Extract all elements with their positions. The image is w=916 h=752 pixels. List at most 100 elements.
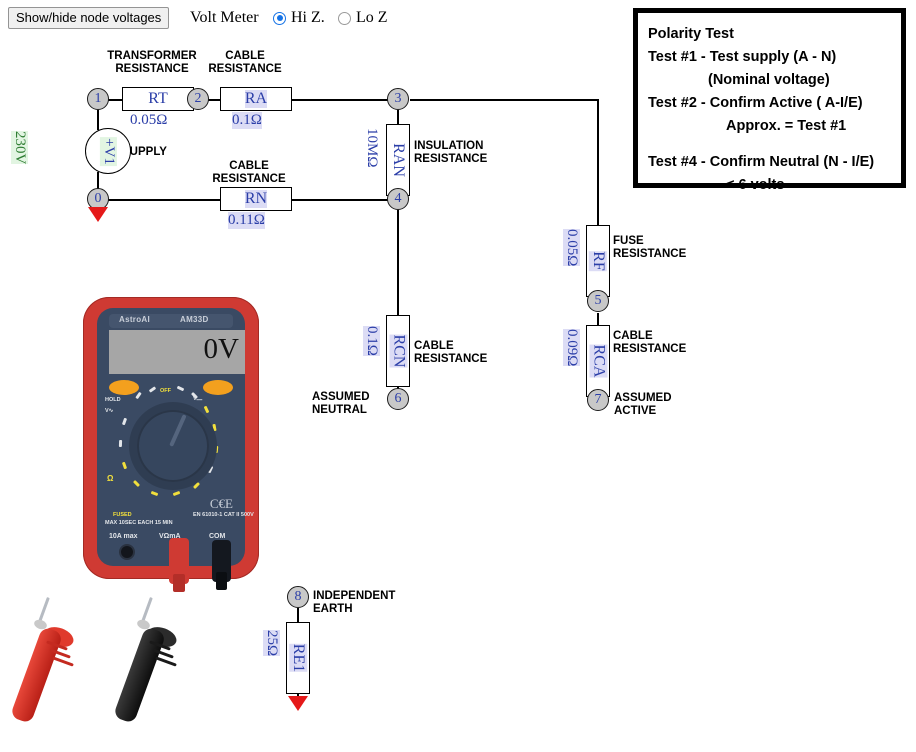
resistor-rt[interactable]: RT xyxy=(122,87,194,111)
wire-n8-re1 xyxy=(297,608,299,622)
voltage-source-name: +V1 xyxy=(99,136,117,166)
radio-lo-z[interactable]: Lo Z xyxy=(338,9,388,27)
polarity-test-panel: Polarity Test Test #1 - Test supply (A -… xyxy=(633,8,906,193)
jack-warning-max: MAX 10SEC EACH 15 MIN xyxy=(105,520,173,526)
caption-insulation-resistance: INSULATION RESISTANCE xyxy=(414,140,488,165)
caption-cable-resistance-rcn: CABLE RESISTANCE xyxy=(414,340,488,365)
wire-n5-rca xyxy=(597,313,599,325)
caption-cable-resistance-rn: CABLE RESISTANCE xyxy=(212,160,286,185)
resistor-ra-name: RA xyxy=(244,90,268,108)
radio-hi-z-label[interactable]: Hi Z. xyxy=(291,9,325,27)
multimeter-faceplate: AstroAI AM33D 0V HOLD OFF V⎼ V∿ Ω C€E FU… xyxy=(97,308,254,592)
wire-right-down-rf xyxy=(597,99,599,225)
resistor-re1[interactable]: RE1 xyxy=(286,622,310,694)
radio-lo-z-dot[interactable] xyxy=(338,11,351,25)
source-voltage-value: 230V xyxy=(11,131,28,165)
resistor-rf-value: 0.05Ω xyxy=(563,229,580,267)
polarity-test4-line1: Test #4 - Confirm Neutral (N - I/E) xyxy=(648,154,875,170)
wire-rn-n4 xyxy=(278,199,390,201)
radio-hi-z[interactable]: Hi Z. xyxy=(273,9,325,27)
multimeter-hold-button[interactable] xyxy=(109,380,139,395)
volt-meter-label: Volt Meter xyxy=(190,9,259,26)
polarity-test1-line2: (Nominal voltage) xyxy=(708,72,830,88)
dial-tick xyxy=(176,385,185,392)
node-2[interactable]: 2 xyxy=(187,88,209,110)
node-5[interactable]: 5 xyxy=(587,290,609,312)
probe-black-body xyxy=(112,626,167,724)
wire-n2-ra xyxy=(208,99,220,101)
jack-label-10a: 10A max xyxy=(109,533,138,540)
ground-symbol-earth xyxy=(288,696,308,711)
caption-fuse-resistance: FUSE RESISTANCE xyxy=(613,235,687,260)
multimeter-jack-10a[interactable] xyxy=(119,544,135,560)
dial-tick xyxy=(150,490,159,497)
resistor-rca-value: 0.09Ω xyxy=(563,329,580,367)
wire-n0-rn xyxy=(108,199,220,201)
ground-symbol-node0 xyxy=(88,207,108,222)
dial-label-ohm: Ω xyxy=(107,474,114,483)
caption-cable-resistance-ra: CABLE RESISTANCE xyxy=(208,50,282,75)
multimeter-model-label: AM33D xyxy=(180,315,209,324)
resistor-rcn-value: 0.1Ω xyxy=(363,326,380,356)
resistor-rf[interactable]: RF xyxy=(586,225,610,297)
resistor-rca[interactable]: RCA xyxy=(586,325,610,397)
label-independent-earth: INDEPENDENT EARTH xyxy=(313,590,396,615)
probe-black-rib xyxy=(155,656,177,667)
jack-warning-fused: FUSED xyxy=(113,512,132,518)
wire-n1-source xyxy=(97,110,99,130)
radio-hi-z-dot[interactable] xyxy=(273,11,286,25)
resistor-rf-name: RF xyxy=(588,251,607,271)
wire-n3-right xyxy=(410,99,598,101)
multimeter-plug-black-stem xyxy=(216,572,227,590)
wire-n3-ran xyxy=(397,110,399,124)
resistor-re1-name: RE1 xyxy=(289,643,308,673)
resistor-rn-value: 0.11Ω xyxy=(228,212,265,229)
polarity-test4-line2: < 6 volts xyxy=(726,177,785,193)
node-3[interactable]: 3 xyxy=(387,88,409,110)
dial-tick xyxy=(148,386,157,393)
certification-label: EN 61010-1 CAT II 500V xyxy=(193,512,254,518)
dial-label-hold: HOLD xyxy=(105,397,121,403)
resistor-rn[interactable]: RN xyxy=(220,187,292,211)
radio-lo-z-label[interactable]: Lo Z xyxy=(356,9,388,27)
resistor-ran-name: RAN xyxy=(390,143,407,177)
resistor-ran-value: 10MΩ xyxy=(364,128,380,168)
resistor-rca-name: RCA xyxy=(589,344,607,378)
resistor-rt-value: 0.05Ω xyxy=(130,112,168,128)
multimeter[interactable]: AstroAI AM33D 0V HOLD OFF V⎼ V∿ Ω C€E FU… xyxy=(83,297,259,592)
multimeter-lcd-display: 0V xyxy=(109,330,245,374)
probe-red-body xyxy=(9,626,64,724)
resistor-rn-name: RN xyxy=(244,190,268,208)
ce-mark-icon: C€E xyxy=(209,496,233,511)
resistor-rcn-name: RCN xyxy=(389,334,407,368)
dial-tick xyxy=(121,461,128,470)
multimeter-brand-label: AstroAI xyxy=(119,315,150,324)
dial-tick xyxy=(132,479,141,488)
node-8[interactable]: 8 xyxy=(287,586,309,608)
multimeter-backlight-button[interactable] xyxy=(203,380,233,395)
polarity-title: Polarity Test xyxy=(648,26,734,42)
node-6[interactable]: 6 xyxy=(387,388,409,410)
dial-label-v-ac: V∿ xyxy=(105,408,114,414)
multimeter-reading: 0V xyxy=(203,333,239,365)
dial-tick xyxy=(118,439,123,448)
resistor-ran[interactable]: RAN xyxy=(386,124,410,196)
node-1[interactable]: 1 xyxy=(87,88,109,110)
node-4[interactable]: 4 xyxy=(387,188,409,210)
polarity-test1-line1: Test #1 - Test supply (A - N) xyxy=(648,49,837,65)
resistor-ra[interactable]: RA xyxy=(220,87,292,111)
caption-transformer-resistance: TRANSFORMER RESISTANCE xyxy=(107,50,197,75)
wire-n4-rcn xyxy=(397,210,399,315)
resistor-rcn[interactable]: RCN xyxy=(386,315,410,387)
polarity-spacer xyxy=(648,138,901,151)
node-7[interactable]: 7 xyxy=(587,389,609,411)
dial-tick xyxy=(203,405,210,414)
dial-tick xyxy=(135,391,142,400)
wire-ra-n3 xyxy=(278,99,390,101)
show-hide-node-voltages-button[interactable]: Show/hide node voltages xyxy=(8,7,170,29)
caption-cable-resistance-rca: CABLE RESISTANCE xyxy=(613,330,687,355)
dial-tick xyxy=(172,490,181,497)
label-assumed-active: ASSUMED ACTIVE xyxy=(614,392,672,417)
resistor-rt-name: RT xyxy=(148,90,168,107)
resistor-ra-value: 0.1Ω xyxy=(232,112,262,129)
